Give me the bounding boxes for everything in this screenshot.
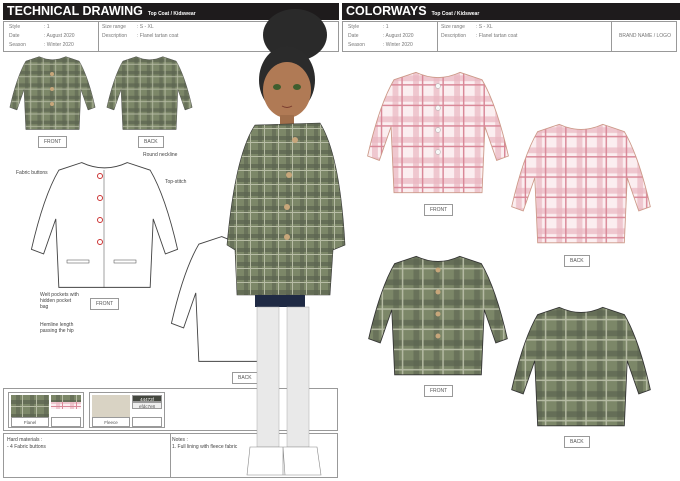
green-coat-back: [510, 306, 652, 427]
season-label: Season: [348, 42, 365, 48]
left-title: TECHNICAL DRAWING: [7, 4, 143, 18]
label-pink-front: FRONT: [424, 204, 454, 216]
label-front: FRONT: [38, 136, 68, 148]
flannel-label: Flanel: [11, 417, 49, 427]
desc-label: Description: [441, 33, 467, 39]
season-label: Season: [9, 42, 26, 48]
callout-pockets: Welt pockets with hidden pocket bag: [40, 292, 79, 310]
label-front-technical: FRONT: [90, 298, 120, 310]
color-code-1: 44473f: [132, 395, 162, 402]
callout-hemline: Hemline length passing the hip: [40, 322, 74, 334]
right-header-bar: COLORWAYS Top Coat / Kidswear: [342, 3, 680, 20]
callout-buttons: Fabric buttons: [16, 170, 48, 176]
desc-label: Description: [102, 33, 128, 39]
hard-materials-item: - 4 Fabric buttons: [7, 444, 46, 450]
empty-cell: [132, 417, 162, 427]
label-green-back: BACK: [564, 436, 590, 448]
label-pink-back: BACK: [564, 255, 590, 267]
fleece-label: Fleece: [92, 417, 130, 427]
date-value: : August 2020: [383, 33, 414, 39]
model-illustration: [226, 9, 346, 476]
pink-coat-front: [366, 71, 510, 194]
season-value: : Winter 2020: [383, 42, 413, 48]
empty-cell: [51, 417, 81, 427]
flannel-swatch: [11, 395, 49, 417]
right-info-box: Style : 1 Date : August 2020 Season : Winte…: [342, 21, 677, 52]
green-coat-front-small: [9, 56, 96, 131]
right-title: COLORWAYS: [346, 4, 427, 18]
notes-label: Notes :: [172, 437, 188, 443]
pink-coat-back: [510, 123, 652, 244]
right-subtitle: Top Coat / Kidswear: [431, 11, 480, 17]
color-code-2: efdc7e8: [132, 402, 162, 409]
callout-topstitch: Top-stitch: [165, 179, 187, 185]
style-value: : 1: [44, 24, 50, 30]
label-green-front: FRONT: [424, 385, 454, 397]
style-value: : 1: [383, 24, 389, 30]
green-coat-front: [367, 255, 509, 376]
fleece-swatch-group: Fleece 44473f efdc7e8: [89, 392, 165, 428]
green-coat-back-small: [106, 56, 193, 131]
brand-logo-placeholder: BRAND NAME / LOGO: [619, 33, 671, 39]
size-value: : S - XL: [476, 24, 493, 30]
date-value: : August 2020: [44, 33, 75, 39]
fleece-swatch: [92, 395, 130, 417]
label-back: BACK: [138, 136, 164, 148]
flannel-swatch-group: Flanel: [8, 392, 84, 428]
style-label: Style: [348, 24, 360, 30]
divider: [170, 434, 171, 477]
size-label: Size range: [102, 24, 126, 30]
style-label: Style: [9, 24, 21, 30]
colorway-swatches: [51, 395, 81, 409]
left-subtitle: Top Coat / Kidswear: [147, 11, 196, 17]
size-label: Size range: [441, 24, 465, 30]
date-label: Date: [348, 33, 359, 39]
callout-neckline: Round neckline: [143, 152, 178, 158]
season-value: : Winter 2020: [44, 42, 74, 48]
size-value: : S - XL: [137, 24, 154, 30]
desc-value: : Flanel tartan coat: [476, 33, 518, 39]
hard-materials-label: Hard materials :: [7, 437, 43, 443]
date-label: Date: [9, 33, 20, 39]
desc-value: : Flanel tartan coat: [137, 33, 179, 39]
